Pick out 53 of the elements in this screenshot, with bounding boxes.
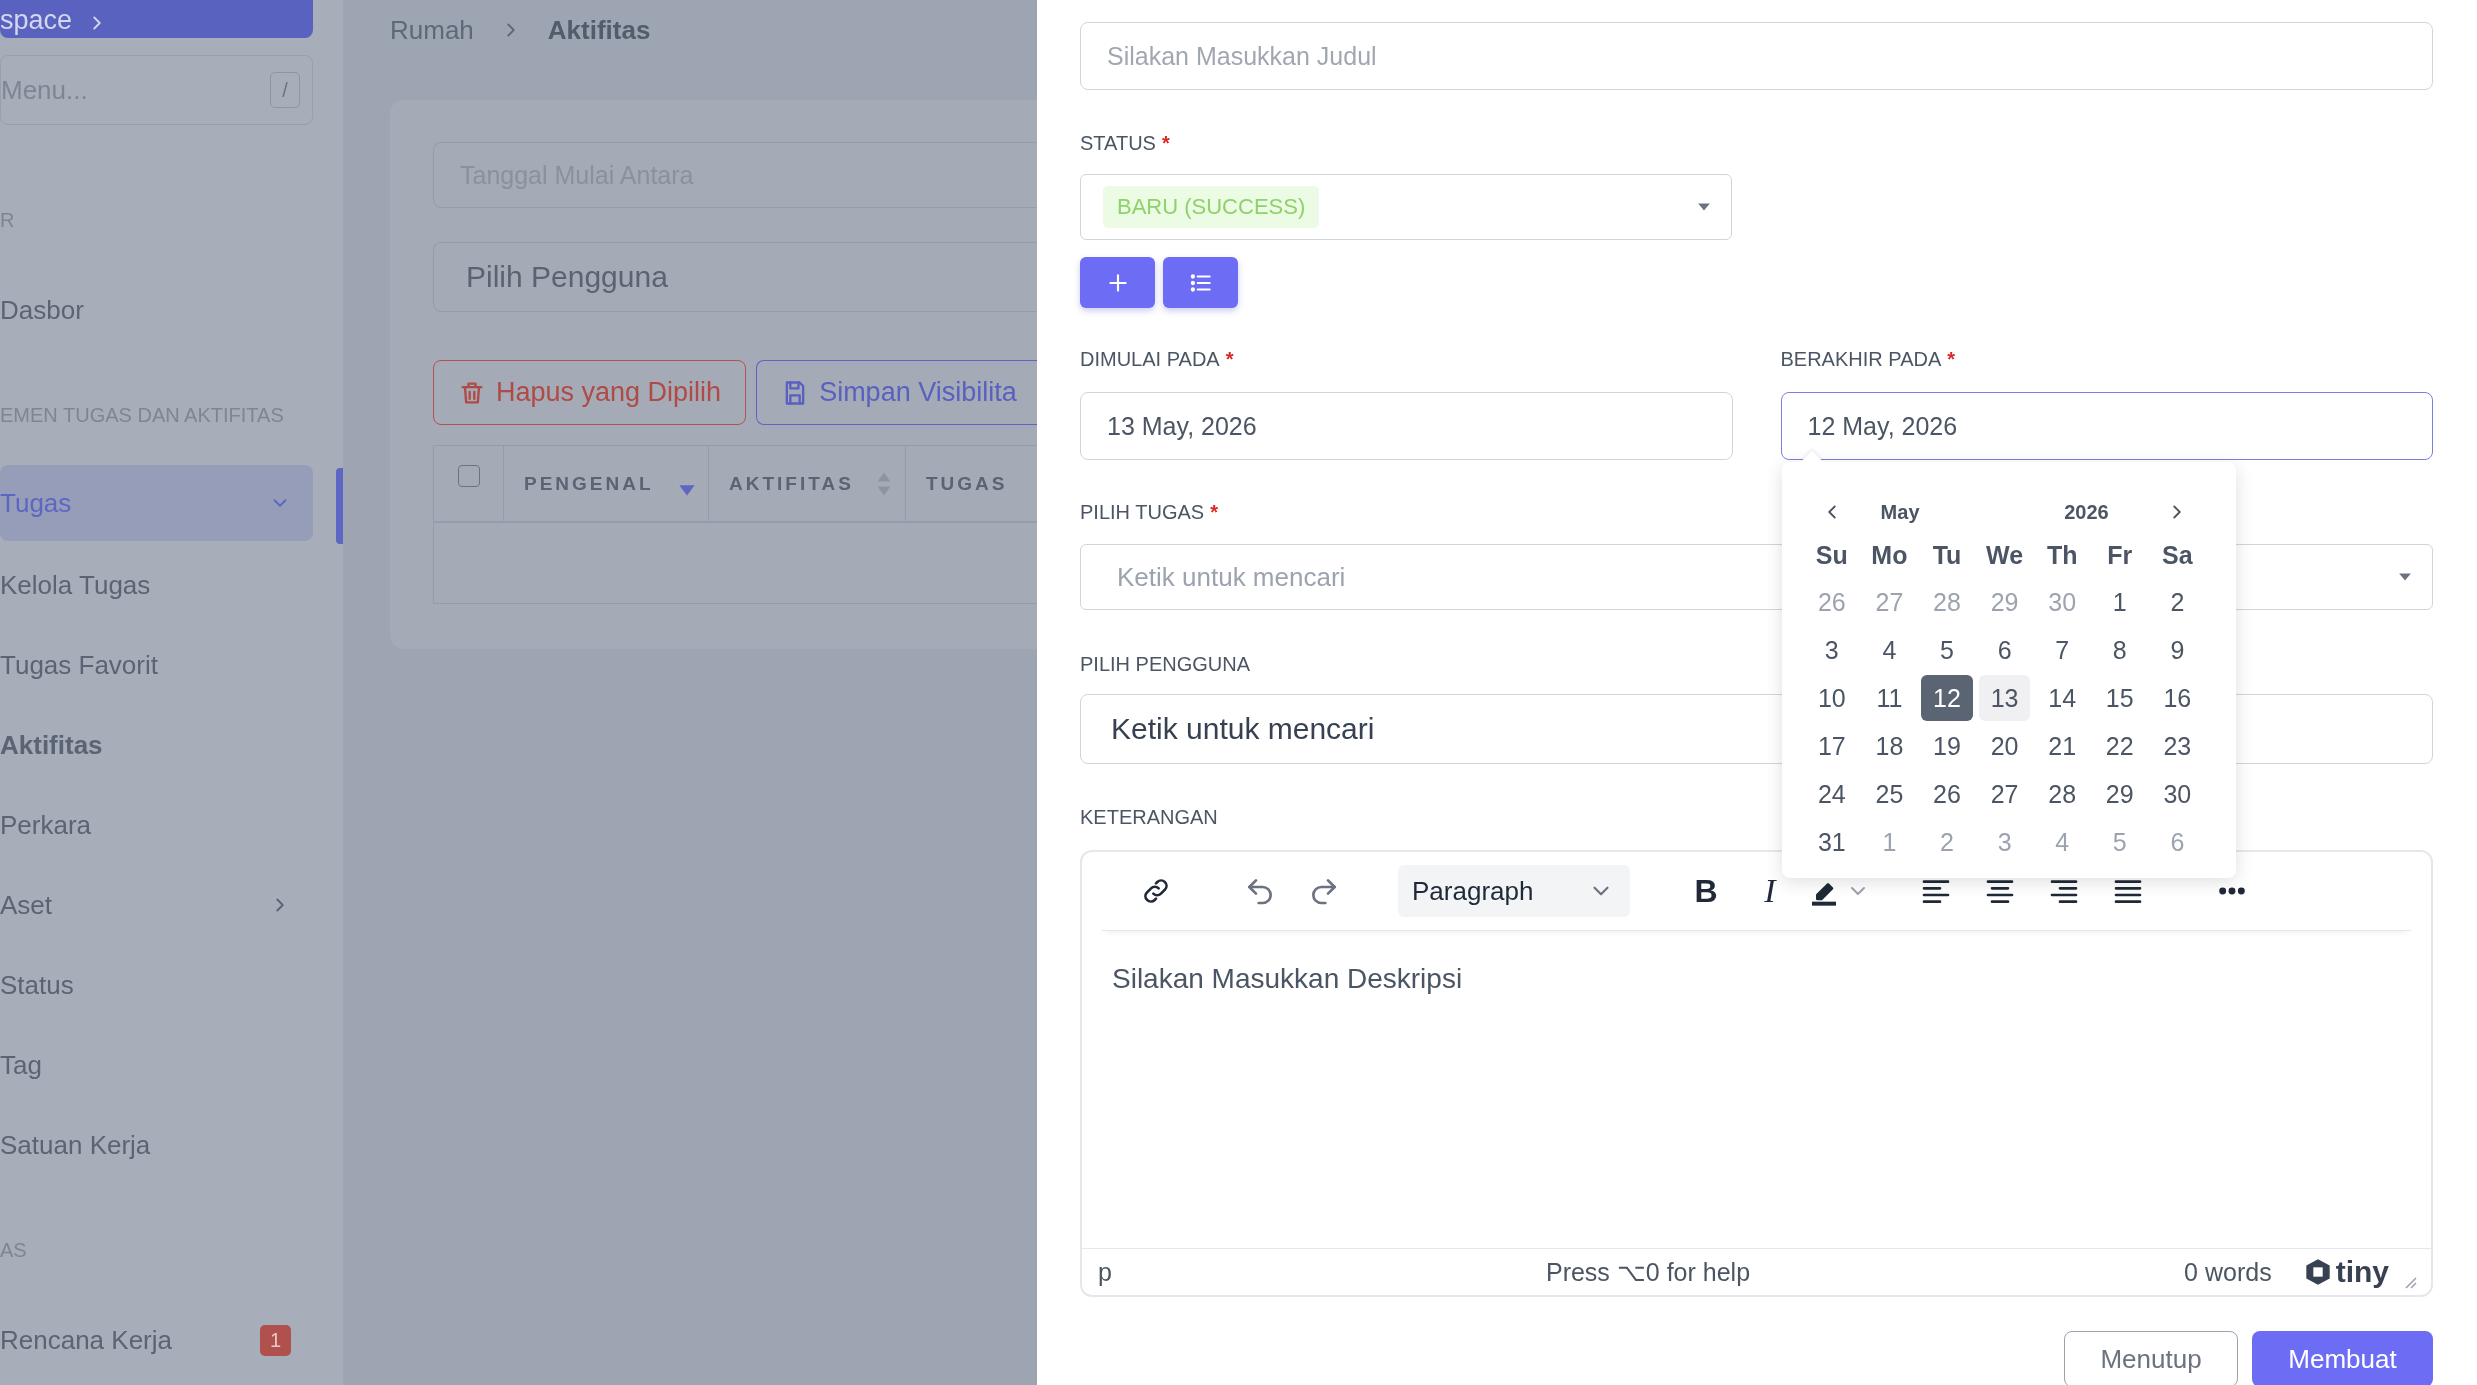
calendar-day[interactable]: 8 [2093,627,2146,673]
year-label[interactable]: 2026 [2004,500,2149,524]
calendar-day[interactable]: 27 [1978,771,2031,817]
select-all-checkbox[interactable] [457,464,480,487]
calendar-day[interactable]: 3 [1806,627,1858,673]
description-field[interactable]: Silakan Masukkan Deskripsi [1082,931,2431,1248]
required-mark: * [1947,347,1956,371]
workspace-button[interactable]: space [0,0,313,38]
field-label: PILIH PENGGUNA [1080,652,1251,676]
calendar-day[interactable]: 4 [1863,627,1916,673]
user-select[interactable]: Pilih Pengguna [433,242,1037,312]
element-path[interactable]: p [1098,1257,1112,1287]
calendar-day[interactable]: 31 [1806,819,1858,865]
status-tag: BARU (SUCCESS) [1103,186,1320,228]
calendar-day[interactable]: 9 [2151,627,2204,673]
field-label: STATUS [1080,131,1156,155]
count-badge: 1 [259,1324,291,1356]
required-mark: * [1225,347,1234,371]
word-count: 0 words [2184,1257,2272,1287]
title-field[interactable]: Silakan Masukkan Judul [1080,22,2433,90]
close-button[interactable]: Menutup [2064,1331,2238,1385]
field-label: KETERANGAN [1080,805,1218,829]
required-mark: * [1161,131,1170,155]
calendar-day[interactable]: 24 [1806,771,1858,817]
add-button[interactable] [1080,257,1155,308]
bold-button[interactable]: B [1678,872,1734,910]
caret-icon [2398,572,2412,582]
calendar-day[interactable]: 7 [2036,627,2088,673]
calendar-day[interactable]: 30 [2151,771,2204,817]
format-dropdown[interactable]: Paragraph [1398,865,1630,917]
field-label: DIMULAI PADA [1080,347,1220,371]
create-button[interactable]: Membuat [2252,1331,2433,1385]
month-label[interactable]: May [1860,500,2005,524]
field-label: PILIH TUGAS [1080,500,1205,524]
calendar-day[interactable]: 29 [2093,771,2146,817]
end-date-field[interactable]: 12 May, 2026 [1780,392,2433,460]
field-label: BERAKHIR PADA [1780,347,1942,371]
required-mark: * [1210,500,1218,524]
start-date-field[interactable]: 13 May, 2026 [1080,392,1733,460]
breadcrumb-current: Aktifitas [547,14,651,46]
brand-logo[interactable]: tiny [2303,1255,2389,1289]
calendar-day[interactable]: 28 [2036,771,2088,817]
calendar-day[interactable]: 26 [1921,771,1973,817]
calendar-day[interactable]: 13 [1978,675,2031,721]
calendar-day[interactable]: 6 [1978,627,2031,673]
caret-icon [1697,202,1711,212]
help-hint: Press ⌥0 for help [1544,1257,1752,1287]
shortcut-key: / [270,72,300,108]
italic-button[interactable]: I [1742,872,1798,910]
calendar-day[interactable]: 25 [1863,771,1916,817]
calendar-day[interactable]: 12 [1921,675,1973,721]
list-button[interactable] [1163,257,1238,308]
calendar-day[interactable]: 5 [1921,627,1973,673]
